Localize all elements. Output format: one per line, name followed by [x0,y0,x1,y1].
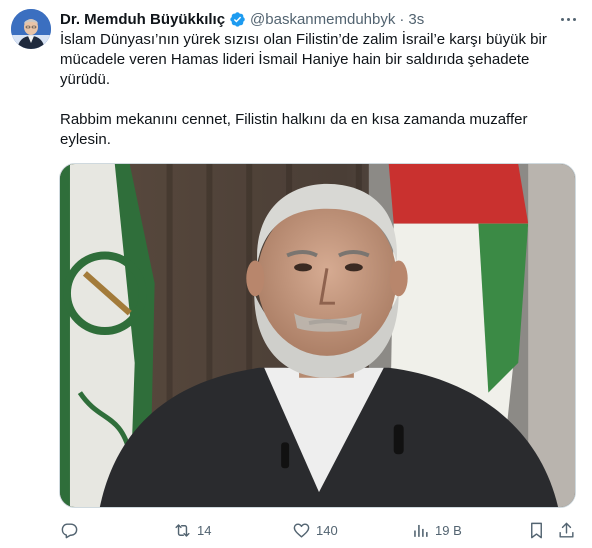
bookmark-icon [531,522,542,538]
avatar[interactable] [11,9,51,49]
like-button[interactable]: 140 [292,518,338,542]
separator-dot: · [399,10,405,28]
tweet-header: Dr. Memduh Büyükkılıç @baskanmemduhbyk ·… [60,9,424,29]
verified-badge-icon[interactable] [229,11,246,28]
views-icon [414,524,428,537]
retweet-icon [175,523,190,537]
like-icon [293,522,310,538]
tweet-text: İslam Dünyası’nın yürek sızısı olan Fili… [60,30,560,150]
tweet[interactable]: Dr. Memduh Büyükkılıç @baskanmemduhbyk ·… [0,0,592,548]
author-display-name[interactable]: Dr. Memduh Büyükkılıç [60,11,225,28]
reply-icon [61,522,78,538]
tweet-paragraph-2: Rabbim mekanını cennet, Filistin halkını… [60,111,528,148]
views-count: 19 B [435,522,462,538]
views-button[interactable]: 19 B [411,518,462,542]
share-button[interactable] [557,518,576,542]
photo-image [60,164,575,507]
action-bar: 14 140 19 B [60,518,580,542]
retweet-count: 14 [197,522,212,538]
tweet-paragraph-1: İslam Dünyası’nın yürek sızısı olan Fili… [60,31,547,88]
more-options-icon[interactable] [558,10,578,28]
author-handle[interactable]: @baskanmemduhbyk [250,11,395,28]
avatar-image [11,9,51,49]
reply-button[interactable] [60,518,84,542]
share-icon [559,522,574,538]
bookmark-button[interactable] [527,518,546,542]
tweet-photo[interactable] [59,163,576,508]
like-count: 140 [316,522,338,538]
tweet-timestamp[interactable]: 3s [408,11,424,28]
retweet-button[interactable]: 14 [173,518,211,542]
